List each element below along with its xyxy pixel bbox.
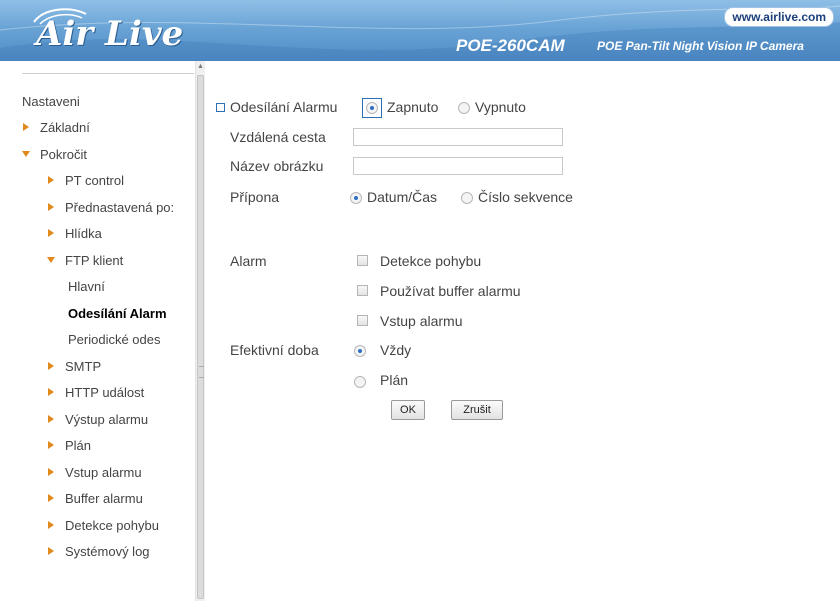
remote-path-label: Vzdálená cesta (230, 129, 326, 145)
sidebar-nav: Nastaveni Základní Pokročit PT control Před… (0, 61, 204, 601)
expand-right-icon[interactable] (47, 362, 56, 371)
sidebar-item-label: SMTP (65, 359, 102, 374)
effective-time-label: Efektivní doba (230, 342, 319, 358)
motion-detection-checkbox[interactable] (357, 255, 368, 266)
sidebar-item-label: Systémový log (65, 544, 150, 559)
expand-down-icon[interactable] (22, 150, 31, 159)
sidebar-item-label: Detekce pohybu (65, 518, 159, 533)
expand-right-icon[interactable] (47, 176, 56, 185)
camera-model: POE-260CAM (456, 36, 565, 55)
effective-schedule-label[interactable]: Plán (380, 372, 408, 388)
enable-off-label[interactable]: Vypnuto (475, 99, 526, 115)
alarm-label: Alarm (230, 253, 267, 269)
header-banner: Air Live www.airlive.com POE-260CAM POE … (0, 0, 840, 61)
image-name-label: Název obrázku (230, 158, 324, 174)
expand-right-icon[interactable] (47, 547, 56, 556)
sidebar-item-label: Pokročit (40, 147, 87, 162)
sidebar-item-label: Periodické odes (68, 332, 161, 347)
sidebar-root-label: Nastaveni (22, 94, 80, 109)
ok-button[interactable]: OK (391, 400, 425, 420)
suffix-label: Přípona (230, 189, 280, 205)
expand-right-icon[interactable] (47, 388, 56, 397)
section-title: Odesílání Alarmu (230, 99, 338, 115)
effective-always-label[interactable]: Vždy (380, 342, 411, 358)
sidebar-item-label: Buffer alarmu (65, 491, 143, 506)
expand-right-icon[interactable] (47, 203, 56, 212)
suffix-datetime-label[interactable]: Datum/Čas (367, 189, 437, 205)
sidebar-item-label: HTTP událost (65, 385, 145, 400)
expand-right-icon[interactable] (47, 415, 56, 424)
sidebar-item-label: Vstup alarmu (65, 465, 142, 480)
airlive-logo[interactable]: Air Live (36, 14, 183, 54)
enable-on-radio[interactable] (366, 102, 378, 114)
main-content: Odesílání Alarmu Zapnuto Vypnuto Vzdálen… (204, 61, 840, 601)
enable-off-radio[interactable] (458, 102, 470, 114)
alarm-input-checkbox[interactable] (357, 315, 368, 326)
sidebar-item-label: Výstup alarmu (65, 412, 149, 427)
suffix-datetime-radio[interactable] (350, 192, 362, 204)
section-square-icon (216, 103, 225, 112)
motion-detection-label[interactable]: Detekce pohybu (380, 253, 481, 269)
expand-right-icon[interactable] (47, 441, 56, 450)
alarm-input-label[interactable]: Vstup alarmu (380, 313, 462, 329)
sidebar-item-label: Plán (65, 438, 92, 453)
expand-right-icon[interactable] (47, 494, 56, 503)
sidebar-item-label: Odesílání Alarm (68, 306, 167, 321)
enable-on-radio-focus[interactable] (362, 98, 382, 118)
expand-down-icon[interactable] (47, 256, 56, 265)
suffix-sequence-label[interactable]: Číslo sekvence (478, 189, 573, 205)
expand-right-icon[interactable] (22, 123, 31, 132)
sidebar-item-label: PT control (65, 173, 125, 188)
website-link[interactable]: www.airlive.com (724, 7, 834, 27)
expand-right-icon[interactable] (47, 468, 56, 477)
alarm-buffer-label[interactable]: Používat buffer alarmu (380, 283, 521, 299)
sidebar-item-label: Základní (40, 120, 90, 135)
sidebar-item-label: Přednastavená po: (65, 200, 175, 215)
suffix-sequence-radio[interactable] (461, 192, 473, 204)
expand-right-icon[interactable] (47, 521, 56, 530)
enable-on-label[interactable]: Zapnuto (387, 99, 438, 115)
sidebar-item-label: Hlídka (65, 226, 102, 241)
sidebar-item-label: FTP klient (65, 253, 124, 268)
alarm-buffer-checkbox[interactable] (357, 285, 368, 296)
effective-schedule-radio[interactable] (354, 376, 366, 388)
scroll-thumb[interactable] (197, 75, 204, 599)
sidebar-item-label: Hlavní (68, 279, 105, 294)
sidebar-divider (22, 73, 194, 74)
expand-right-icon[interactable] (47, 229, 56, 238)
remote-path-input[interactable] (353, 128, 563, 146)
camera-description: POE Pan-Tilt Night Vision IP Camera (597, 39, 804, 53)
image-name-input[interactable] (353, 157, 563, 175)
cancel-button[interactable]: Zrušit (451, 400, 503, 420)
effective-always-radio[interactable] (354, 345, 366, 357)
